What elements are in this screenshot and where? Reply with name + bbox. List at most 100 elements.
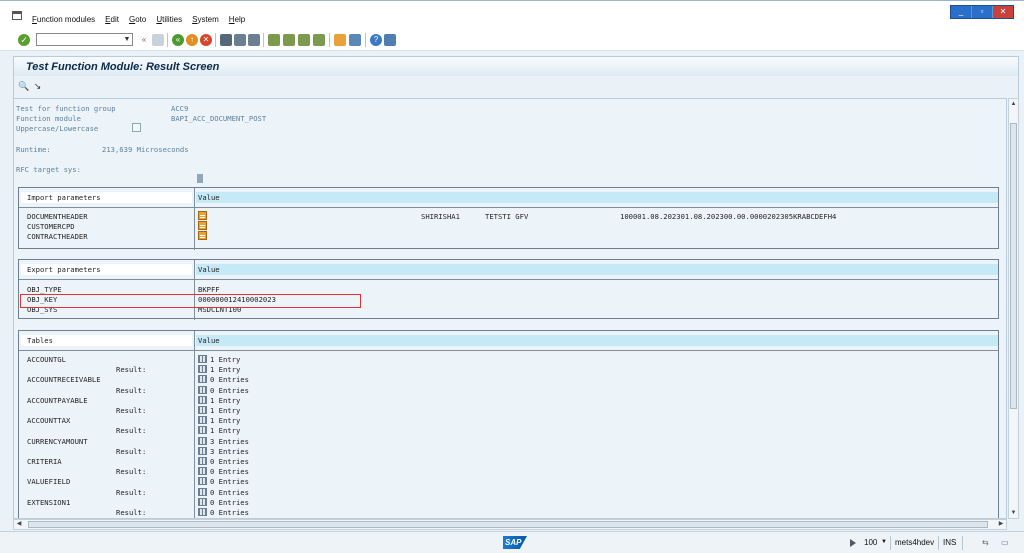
status-bar: SAP 100 ▼ mets4hdev INS ⇆ ▭ [0, 531, 1024, 553]
magnify-icon[interactable]: 🔍 [18, 81, 29, 92]
table-name: ACCOUNTTAX [27, 416, 71, 426]
menu-system[interactable]: System [192, 15, 219, 24]
table-icon[interactable] [198, 457, 207, 465]
vertical-scroll-thumb[interactable] [1010, 123, 1017, 409]
table-entries: 1 Entry [210, 355, 241, 364]
table-name: VALUEFIELD [27, 477, 71, 487]
table-icon[interactable] [198, 436, 207, 445]
table-icon[interactable] [198, 375, 207, 384]
print-icon[interactable] [220, 34, 232, 46]
import-param-name: CUSTOMERCPD [27, 222, 75, 231]
customize-layout-icon[interactable] [384, 34, 396, 46]
session-icon[interactable]: ⇆ [982, 538, 989, 547]
obj-key-highlight [20, 294, 361, 308]
table-entries: 0 Entries [210, 457, 249, 466]
find-next-icon[interactable] [248, 34, 260, 46]
exit-icon[interactable]: ↑ [186, 34, 198, 46]
debug-icon[interactable]: ↘ [32, 81, 43, 92]
structure-icon[interactable] [198, 211, 207, 220]
application-toolbar: 🔍 ↘ [13, 76, 1019, 98]
table-name: CURRENCYAMOUNT [27, 436, 88, 446]
previous-page-icon[interactable] [283, 34, 295, 46]
function-module-value: BAPI_ACC_DOCUMENT_POST [171, 114, 267, 123]
scroll-down-icon[interactable]: ▼ [1009, 508, 1018, 518]
table-icon[interactable] [198, 395, 207, 404]
result-content: Test for function group ACC9 Function mo… [13, 98, 1007, 519]
minimize-button[interactable]: _ [951, 6, 971, 18]
enter-check-icon[interactable]: ✓ [18, 34, 30, 46]
new-session-icon[interactable] [334, 34, 346, 46]
window-controls: _ ▫ ✕ [950, 5, 1014, 19]
rfc-target-field[interactable] [197, 174, 203, 183]
scroll-right-icon[interactable]: ▶ [996, 520, 1006, 529]
table-icon[interactable] [198, 467, 207, 476]
tables-header-value: Value [198, 336, 220, 345]
table-icon[interactable] [198, 365, 207, 374]
shortcut-icon[interactable] [349, 34, 361, 46]
last-page-icon[interactable] [313, 34, 325, 46]
insert-mode[interactable]: INS [943, 538, 956, 547]
menu-help[interactable]: Help [229, 15, 245, 24]
menu-goto[interactable]: Goto [129, 15, 146, 24]
horizontal-scroll-thumb[interactable] [28, 521, 988, 528]
case-checkbox[interactable] [132, 123, 141, 132]
vertical-scrollbar[interactable]: ▲ ▼ [1008, 98, 1019, 519]
toolbar-separator [167, 33, 168, 47]
result-label: Result: [116, 426, 147, 436]
table-icon[interactable] [198, 426, 207, 435]
menu-utilities[interactable]: Utilities [156, 15, 182, 24]
first-page-icon[interactable] [268, 34, 280, 46]
close-button[interactable]: ✕ [992, 6, 1013, 18]
double-chevron-left-icon[interactable]: « [138, 34, 150, 46]
table-name: ACCOUNTRECEIVABLE [27, 375, 101, 385]
table-name: ACCOUNTGL [27, 355, 66, 364]
table-entries: 0 Entries [210, 497, 249, 507]
table-icon[interactable] [198, 406, 207, 414]
scroll-up-icon[interactable]: ▲ [1009, 99, 1018, 109]
menu-function-modules[interactable]: Function modules [32, 15, 95, 24]
export-parameters-box: Export parameters Value OBJ_TYPE BKPFF O… [18, 259, 999, 320]
back-icon[interactable]: « [172, 34, 184, 46]
structure-icon[interactable] [198, 221, 207, 230]
menu-items: Function modules Edit Goto Utilities Sys… [32, 15, 245, 24]
zoom-level[interactable]: 100 [864, 538, 877, 547]
table-icon[interactable] [198, 355, 207, 363]
import-param-name: DOCUMENTHEADER [27, 212, 88, 221]
find-icon[interactable] [234, 34, 246, 46]
layout-icon[interactable]: ▭ [1001, 538, 1009, 547]
title-bar: Test Function Module: Result Screen [13, 56, 1019, 76]
scroll-left-icon[interactable]: ◀ [14, 520, 24, 529]
play-icon[interactable] [850, 539, 856, 547]
export-header-value: Value [198, 265, 220, 274]
function-group-label: Test for function group [16, 104, 116, 113]
result-label: Result: [116, 467, 147, 477]
table-icon[interactable] [198, 487, 207, 496]
horizontal-scrollbar[interactable]: ◀ ▶ [13, 519, 1007, 530]
save-icon[interactable] [152, 34, 164, 46]
next-page-icon[interactable] [298, 34, 310, 46]
function-module-label: Function module [16, 114, 81, 123]
table-icon[interactable] [198, 497, 207, 506]
table-icon[interactable] [198, 385, 207, 394]
restore-button[interactable]: ▫ [971, 6, 992, 18]
table-name: EXTENSION1 [27, 497, 71, 507]
runtime-value: 213,639 Microseconds [102, 145, 189, 154]
window-menu-icon[interactable] [12, 11, 22, 20]
chevron-down-icon[interactable]: ▼ [122, 34, 132, 45]
table-entries: 1 Entry [210, 395, 241, 405]
command-field[interactable]: ▼ [36, 33, 133, 46]
result-label: Result: [116, 365, 147, 375]
cancel-icon[interactable]: ✕ [200, 34, 212, 46]
table-icon[interactable] [198, 416, 207, 425]
table-result: 1 Entry [210, 406, 241, 415]
help-icon[interactable]: ? [370, 34, 382, 46]
result-label: Result: [116, 406, 147, 415]
table-icon[interactable] [198, 477, 207, 486]
table-icon[interactable] [198, 446, 207, 455]
table-entries: 1 Entry [210, 416, 241, 426]
zoom-chevron-down-icon[interactable]: ▼ [881, 539, 887, 545]
table-icon[interactable] [198, 508, 207, 516]
structure-icon[interactable] [198, 231, 207, 240]
export-header: Export parameters Value [19, 264, 998, 275]
menu-edit[interactable]: Edit [105, 15, 119, 24]
